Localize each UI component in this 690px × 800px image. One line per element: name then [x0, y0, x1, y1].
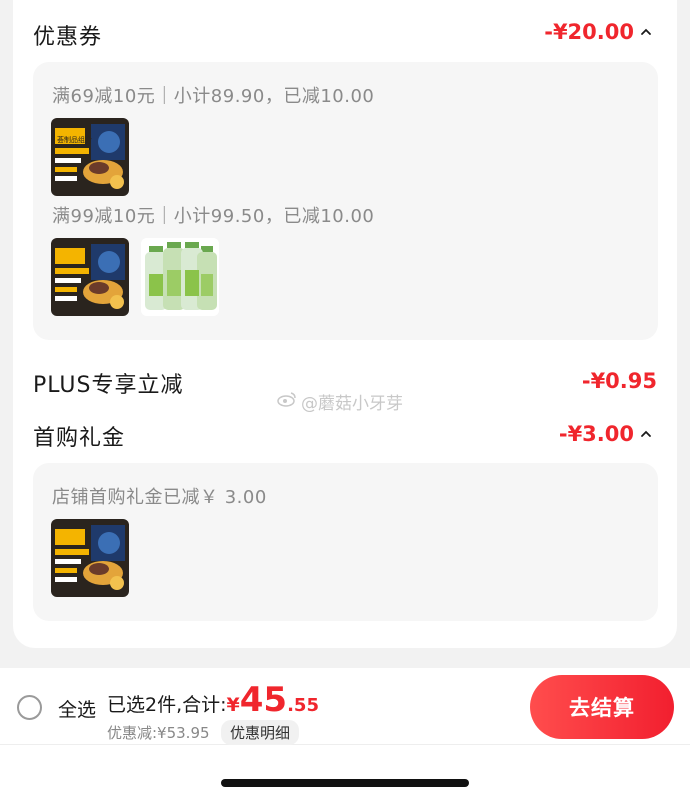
weibo-icon: [277, 391, 297, 412]
coupon-rule-2: 满99减10元｜小计99.50，已减10.00: [52, 206, 375, 227]
plus-discount-title: PLUS专享立减: [33, 373, 184, 398]
product-thumbnail-combo[interactable]: [51, 519, 129, 597]
chevron-up-icon: [640, 428, 652, 440]
checkout-bar: 全选 已选2件,合计: ¥ 45 .55 优惠减:¥53.95 优惠明细 去结算: [0, 668, 690, 745]
price-integer: 45: [239, 680, 288, 720]
product-thumbnail-combo[interactable]: 荟制品组合: [51, 118, 129, 196]
first-purchase-note: 店铺首购礼金已减￥ 3.00: [52, 487, 267, 508]
total-summary: 已选2件,合计: ¥ 45 .55: [107, 680, 319, 720]
watermark: @蘑菇小牙芽: [277, 389, 403, 414]
home-indicator: [221, 779, 469, 787]
combo-label-text: 荟制品组合: [57, 135, 92, 144]
chevron-up-icon: [640, 26, 652, 38]
product-thumbnail-tea[interactable]: [141, 238, 219, 316]
first-purchase-title: 首购礼金: [33, 426, 126, 451]
safe-area: [0, 745, 690, 800]
watermark-text: @蘑菇小牙芽: [301, 394, 403, 414]
first-purchase-panel: 店铺首购礼金已减￥ 3.00: [33, 463, 658, 621]
price-decimal: .55: [287, 695, 319, 716]
coupon-rule-1: 满69减10元｜小计89.90，已减10.00: [52, 86, 375, 107]
coupon-title: 优惠券: [33, 25, 103, 50]
select-all-checkbox[interactable]: [17, 695, 42, 720]
discount-detail-button[interactable]: 优惠明细: [221, 720, 300, 745]
discount-total: 优惠减:¥53.95: [107, 724, 210, 742]
product-thumbnail-combo[interactable]: [51, 238, 129, 316]
coupon-amount: -¥20.00: [544, 20, 634, 44]
coupon-amount-toggle[interactable]: -¥20.00: [544, 20, 652, 44]
price-symbol: ¥: [226, 694, 240, 716]
coupon-detail-panel: 满69减10元｜小计89.90，已减10.00 荟制品组合 满99减10元｜小计…: [33, 62, 658, 340]
plus-discount-amount: -¥0.95: [581, 369, 657, 393]
selected-count-label: 已选2件,合计:: [107, 694, 227, 716]
first-purchase-amount: -¥3.00: [558, 422, 634, 446]
select-all-label[interactable]: 全选: [58, 695, 96, 722]
first-purchase-amount-toggle[interactable]: -¥3.00: [559, 422, 652, 446]
checkout-button[interactable]: 去结算: [530, 675, 674, 739]
